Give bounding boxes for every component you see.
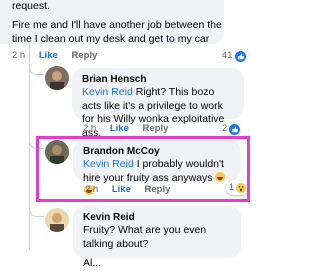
comment-bubble-kevin: Kevin Reid Fruity? What are you even tal… [73,206,241,269]
reaction-summary-brian[interactable]: 2 [222,123,241,135]
thread-connector [29,138,44,149]
thumbs-up-icon [229,123,241,135]
comment-text: Fruity? What are you even talking about? [83,224,207,250]
wow-emoji-icon [236,182,247,193]
comment-time: 2 h [12,50,26,61]
comment-bubble-brandon: Brandon McCoy Kevin Reid I probably woul… [73,140,241,195]
comment-time: 2 h [85,184,99,195]
reply-button[interactable]: Reply [143,123,169,134]
comment-actions-brandon: 2 h Like Reply [85,184,181,196]
comment-text-cut: Al... [83,257,102,269]
mention-link[interactable]: Kevin Reid [82,86,133,98]
comment-author[interactable]: Brian Hensch [82,73,236,86]
comment-text-top-line1: request. [12,0,50,12]
laugh-emoji-icon [215,171,226,182]
comment-actions-brian: 2 h Like Reply [83,123,179,135]
thumbs-up-icon [234,50,246,62]
reply-button[interactable]: Reply [145,184,171,195]
thread-connector [29,206,44,217]
reply-button[interactable]: Reply [72,50,98,61]
avatar[interactable] [45,208,69,232]
comment-author[interactable]: Brandon McCoy [83,145,233,158]
comment-text-top: Fire me and I'll have another job betwee… [12,19,222,45]
comment-time: 2 h [83,123,97,134]
like-button[interactable]: Like [39,50,58,61]
comment-bubble-brian: Brian Hensch Kevin Reid Right? This bozo… [72,68,244,139]
thread-connector [29,64,44,75]
comment-actions-top: 2 h Like Reply [12,50,108,62]
mention-link[interactable]: Kevin Reid [83,158,134,170]
reaction-summary-top[interactable]: 41 [222,50,246,62]
comment-author[interactable]: Kevin Reid [83,211,233,224]
avatar[interactable] [45,140,69,164]
like-button[interactable]: Like [110,123,129,134]
reaction-chip-brandon[interactable]: 1 [226,180,250,195]
avatar[interactable] [45,66,69,90]
like-button[interactable]: Like [112,184,131,195]
